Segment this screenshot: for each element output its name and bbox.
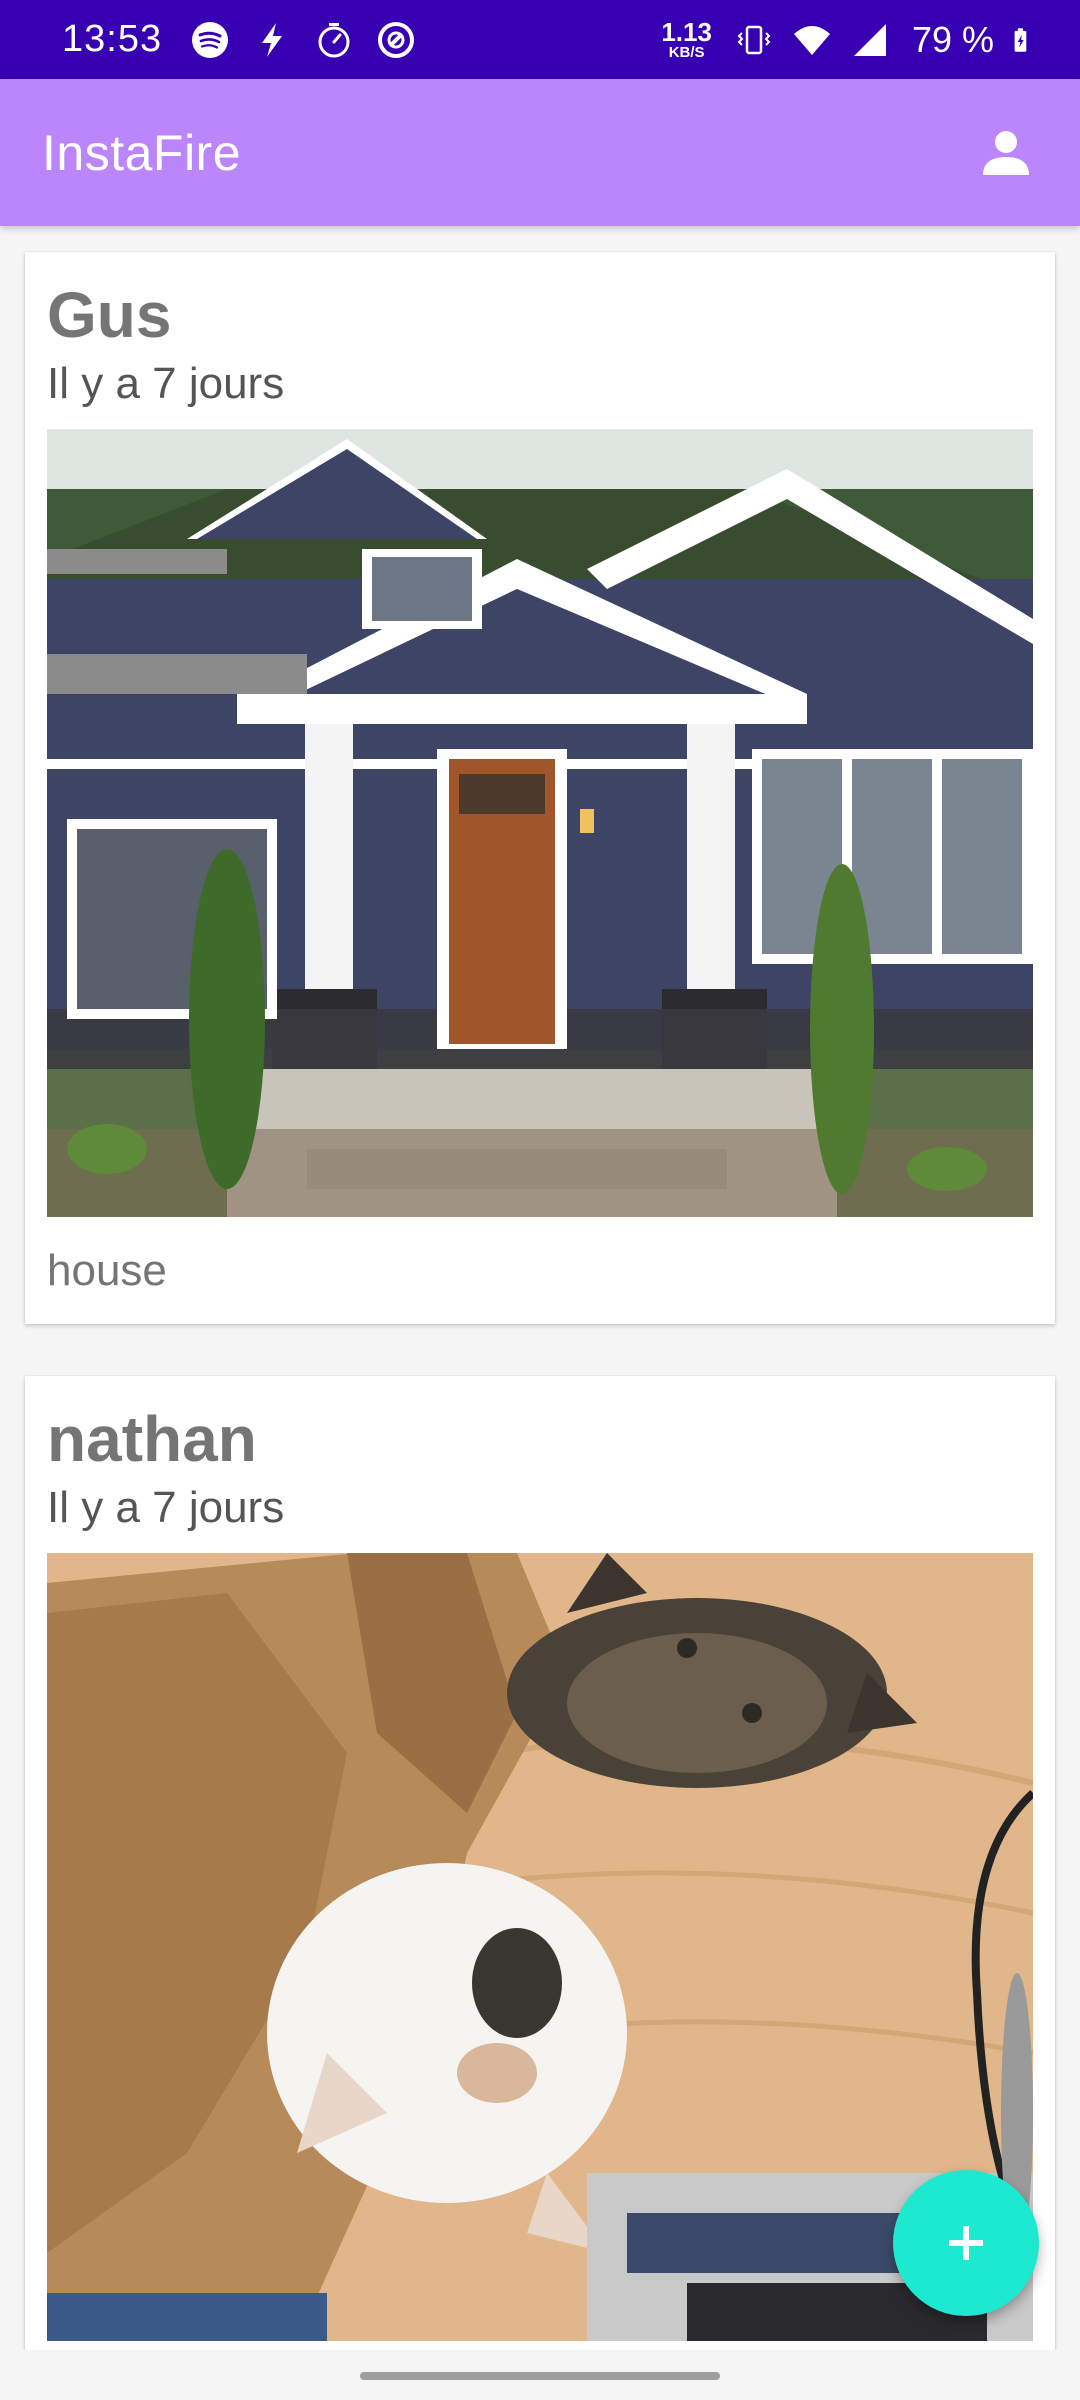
signal-icon	[853, 23, 886, 56]
screen: 13:53 1.13 KB/S 79 % InstaFire Gus Il y …	[0, 0, 1080, 2400]
post-image-cats	[47, 1553, 1033, 2342]
plus-icon	[949, 2226, 983, 2260]
spotify-icon	[192, 21, 229, 58]
person-icon	[983, 130, 1029, 175]
navigation-bar	[0, 2350, 1080, 2400]
timer-icon	[318, 22, 350, 57]
profile-button[interactable]	[974, 121, 1038, 185]
network-speed: 1.13 KB/S	[661, 19, 712, 60]
status-right: 1.13 KB/S 79 %	[661, 19, 1038, 61]
post-image-house	[47, 429, 1033, 1218]
post-caption: house	[47, 1246, 167, 1296]
battery-percent: 79 %	[911, 18, 994, 60]
sync-icon	[378, 21, 415, 58]
post-username: nathan	[47, 1402, 257, 1475]
status-time: 13:53	[62, 18, 163, 60]
status-left: 13:53	[62, 18, 416, 61]
add-post-button[interactable]	[893, 2170, 1039, 2316]
post-card[interactable]: Gus Il y a 7 jours house	[25, 252, 1055, 1324]
network-speed-unit: KB/S	[668, 44, 705, 61]
status-bar: 13:53 1.13 KB/S 79 %	[0, 0, 1080, 79]
vibrate-icon	[737, 25, 771, 54]
post-timestamp: Il y a 7 jours	[47, 1483, 285, 1533]
home-indicator[interactable]	[360, 2372, 720, 2380]
flash-icon	[262, 22, 283, 57]
post-feed[interactable]: Gus Il y a 7 jours house nathan Il y a 7…	[0, 226, 1080, 2350]
network-speed-value: 1.13	[661, 17, 712, 47]
app-bar: InstaFire	[0, 79, 1080, 226]
post-card[interactable]: nathan Il y a 7 jours	[25, 1375, 1055, 2350]
wifi-icon	[793, 25, 830, 55]
battery-charging-icon	[1014, 27, 1027, 52]
app-title: InstaFire	[42, 124, 242, 181]
post-username: Gus	[47, 279, 172, 351]
post-timestamp: Il y a 7 jours	[47, 359, 285, 409]
